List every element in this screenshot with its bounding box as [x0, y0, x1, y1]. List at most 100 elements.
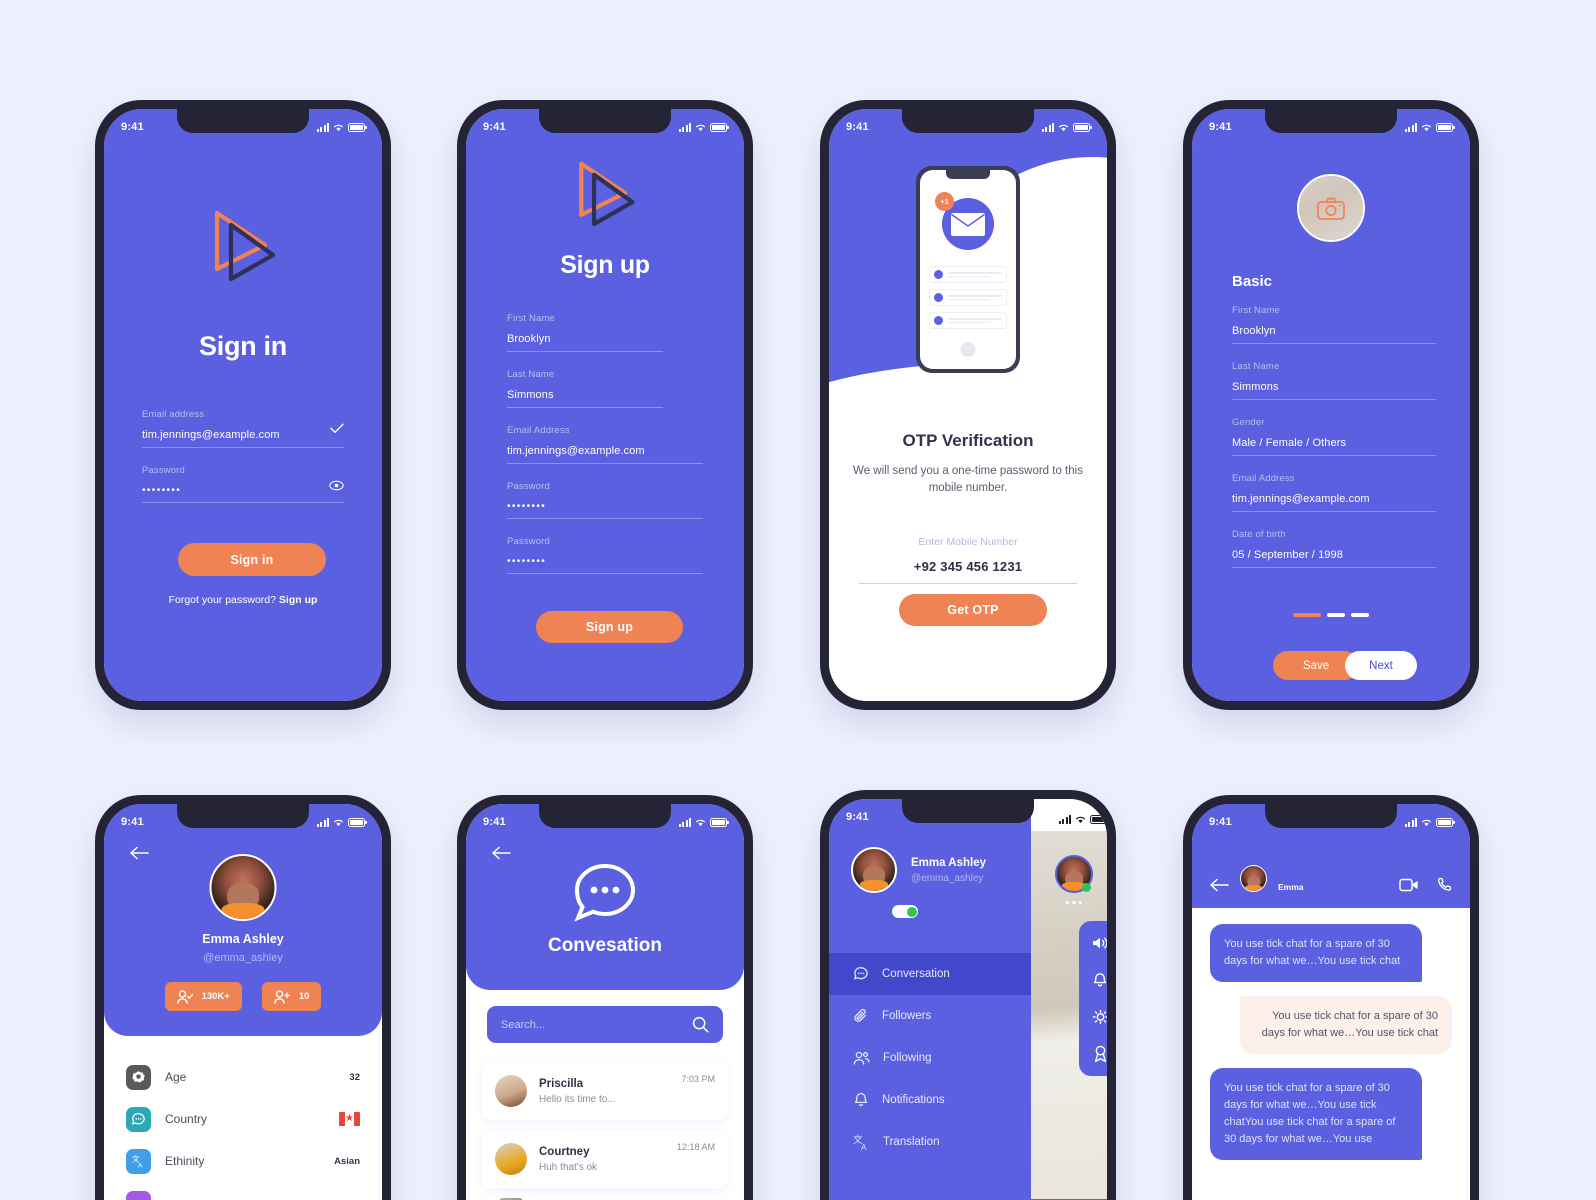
screen-profile: 9:41 Emma Ashley @emma_ashley 130K+ 10 A… — [104, 804, 382, 1200]
mail-circle: +1 — [935, 192, 994, 250]
followers-stat[interactable]: 130K+ — [164, 982, 242, 1011]
screen-otp: +1 9:41 OTP Verification We will send yo… — [829, 109, 1107, 701]
pagination-dot-2[interactable] — [1327, 613, 1345, 617]
field-input[interactable]: Simmons — [1232, 381, 1436, 393]
lightbulb-icon[interactable] — [1090, 1007, 1107, 1027]
battery-icon — [1436, 817, 1455, 827]
badge-icon[interactable] — [1090, 1044, 1107, 1064]
status-time: 9:41 — [121, 816, 144, 828]
profile-handle: @emma_ashley — [203, 952, 283, 964]
signal-icon — [678, 122, 691, 132]
signup-link[interactable]: Sign up — [279, 594, 318, 606]
svg-text:A: A — [861, 1143, 867, 1151]
following-stat[interactable]: 10 — [261, 982, 322, 1011]
last-name-field[interactable]: Last Name Simmons — [1232, 361, 1436, 400]
pagination-dot-1[interactable] — [1293, 613, 1321, 617]
password-input[interactable]: •••••••• — [142, 485, 344, 496]
list-item[interactable]: 文A Ethinity Asian — [104, 1140, 382, 1182]
screen-conversation: 9:41 Convesation Search... Priscilla Hel… — [466, 804, 744, 1200]
chat-bubble-icon — [574, 863, 636, 922]
signal-icon — [1404, 817, 1417, 827]
contact-name: Emma — [1278, 882, 1304, 892]
message-time: 12:18 AM — [676, 1142, 715, 1152]
notch — [1265, 804, 1397, 828]
field-input[interactable]: Simmons — [507, 389, 703, 401]
eye-icon[interactable] — [329, 480, 344, 491]
row-dot — [934, 293, 943, 302]
email-field[interactable]: Email address tim.jennings@example.com — [142, 409, 344, 448]
field-input[interactable]: tim.jennings@example.com — [507, 445, 703, 457]
email-underline — [142, 447, 344, 448]
phone-call-icon[interactable] — [1437, 877, 1452, 892]
first-name-field[interactable]: First Name Brooklyn — [507, 313, 703, 352]
field-input[interactable]: •••••••• — [507, 501, 703, 512]
drawer-user-text: Emma Ashley @emma_ashley — [911, 857, 986, 884]
signal-icon — [316, 122, 329, 132]
password-field[interactable]: Password •••••••• — [142, 465, 344, 503]
phone-otp: +1 9:41 OTP Verification We will send yo… — [820, 100, 1116, 710]
list-item-partial[interactable] — [104, 1182, 382, 1200]
status-toggle[interactable] — [892, 905, 918, 918]
search-input[interactable]: Search... — [487, 1006, 723, 1043]
signin-button[interactable]: Sign in — [178, 543, 326, 576]
field-input[interactable]: 05 / September / 1998 — [1232, 549, 1436, 561]
battery-icon — [710, 817, 729, 827]
basic-form: First Name Brooklyn Last Name Simmons Ge… — [1232, 305, 1436, 585]
avatar[interactable] — [1240, 865, 1267, 892]
list-item[interactable]: Country ★ — [104, 1098, 382, 1140]
avatar-upload[interactable] — [1297, 174, 1365, 242]
svg-text:A: A — [138, 1162, 143, 1168]
mobile-number-field[interactable]: Enter Mobile Number +92 345 456 1231 — [859, 536, 1077, 584]
back-arrow-icon[interactable] — [492, 846, 511, 860]
confirm-password-field[interactable]: Password •••••••• — [507, 536, 703, 574]
back-arrow-icon[interactable] — [1210, 878, 1229, 892]
back-arrow-icon[interactable] — [130, 846, 149, 860]
more-options-icon[interactable] — [1065, 901, 1083, 905]
get-otp-button[interactable]: Get OTP — [899, 594, 1047, 626]
signup-button[interactable]: Sign up — [536, 611, 683, 643]
field-input[interactable]: tim.jennings@example.com — [1232, 493, 1436, 505]
section-heading: Basic — [1232, 273, 1273, 290]
following-count: 10 — [298, 991, 310, 1002]
email-field[interactable]: Email Address tim.jennings@example.com — [1232, 473, 1436, 512]
app-logo — [563, 151, 647, 240]
check-icon — [330, 423, 344, 433]
video-call-icon[interactable] — [1399, 878, 1419, 892]
pagination-dot-3[interactable] — [1351, 613, 1369, 617]
phone-signin: 9:41 Sign in Email address tim.jennings@… — [95, 100, 391, 710]
wifi-icon — [1421, 819, 1432, 826]
last-name-field[interactable]: Last Name Simmons — [507, 369, 703, 408]
email-input[interactable]: tim.jennings@example.com — [142, 429, 344, 441]
email-field[interactable]: Email Address tim.jennings@example.com — [507, 425, 703, 464]
field-underline — [1232, 343, 1436, 344]
row-dot — [934, 270, 943, 279]
search-icon[interactable] — [692, 1016, 709, 1033]
next-button[interactable]: Next — [1345, 651, 1417, 680]
field-input[interactable]: Male / Female / Others — [1232, 437, 1436, 449]
avatar[interactable] — [851, 847, 897, 893]
mobile-input[interactable]: +92 345 456 1231 — [859, 559, 1077, 574]
row-lines — [948, 316, 1002, 325]
bell-icon[interactable] — [1090, 970, 1107, 990]
message-bubble-outgoing: You use tick chat for a spare of 30 days… — [1210, 924, 1422, 983]
message-bubble-incoming: You use tick chat for a spare of 30 days… — [1240, 996, 1452, 1055]
field-input[interactable]: Brooklyn — [507, 333, 703, 345]
field-input[interactable]: Brooklyn — [1232, 325, 1436, 337]
list-item[interactable]: Age 32 — [104, 1056, 382, 1098]
notch — [902, 109, 1034, 133]
message-time: 7:03 PM — [681, 1074, 715, 1084]
forgot-text: Forgot your password? — [168, 594, 279, 606]
status-time: 9:41 — [1209, 121, 1232, 133]
speaker-icon[interactable] — [1090, 933, 1107, 953]
list-item[interactable]: Priscilla Hello its time to... 7:03 PM — [482, 1062, 728, 1120]
user-check-icon — [176, 989, 193, 1004]
notch — [539, 109, 671, 133]
password-field[interactable]: Password •••••••• — [507, 481, 703, 519]
list-item[interactable]: Courtney Huh that's ok 12:18 AM — [482, 1130, 728, 1188]
first-name-field[interactable]: First Name Brooklyn — [1232, 305, 1436, 344]
phone-basic-profile: 9:41 Basic First Name Brooklyn Last Name… — [1183, 100, 1479, 710]
field-input[interactable]: •••••••• — [507, 556, 703, 567]
dob-field[interactable]: Date of birth 05 / September / 1998 — [1232, 529, 1436, 568]
gender-field[interactable]: Gender Male / Female / Others — [1232, 417, 1436, 456]
profile-name: Emma Ashley — [202, 932, 284, 946]
